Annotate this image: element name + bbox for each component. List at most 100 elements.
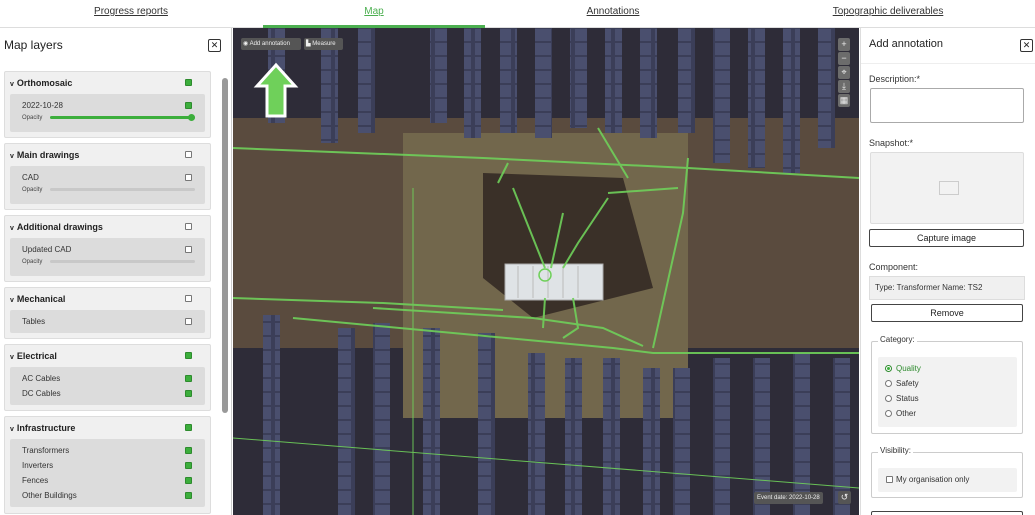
chevron-down-icon: v: [10, 426, 14, 433]
image-icon: [939, 181, 959, 195]
layer-items: Tables: [10, 310, 205, 333]
layer-group-title[interactable]: v Infrastructure: [5, 417, 210, 439]
layer-group-main-drawings: v Main drawings CAD Opacity: [4, 143, 211, 210]
layer-item-checkbox[interactable]: [185, 477, 192, 484]
layer-group-title[interactable]: v Orthomosaic: [5, 72, 210, 94]
layer-group-title[interactable]: v Mechanical: [5, 288, 210, 310]
layer-item-label: AC Cables: [22, 374, 61, 383]
chevron-down-icon: v: [10, 81, 14, 88]
opacity-label: Opacity: [22, 115, 43, 121]
opacity-slider[interactable]: [50, 114, 195, 121]
grid-icon[interactable]: ▦: [838, 94, 850, 107]
chevron-down-icon: v: [10, 354, 14, 361]
measure-button[interactable]: ▙ Measure: [304, 38, 343, 50]
layer-item-checkbox[interactable]: [185, 375, 192, 382]
opacity-row: Opacity: [10, 257, 205, 269]
zoom-out-icon[interactable]: −: [838, 52, 850, 65]
close-icon[interactable]: ✕: [208, 39, 221, 52]
layer-item-checkbox[interactable]: [185, 390, 192, 397]
layer-item-checkbox[interactable]: [185, 246, 192, 253]
add-annotation-panel: Add annotation ✕ Description:* Snapshot:…: [860, 28, 1035, 515]
layer-item-checkbox[interactable]: [185, 174, 192, 181]
layer-group-label: Infrastructure: [16, 423, 76, 433]
layer-item-label: Other Buildings: [22, 491, 77, 500]
layer-item: Inverters: [10, 458, 205, 473]
category-label: Category:: [878, 335, 917, 344]
opacity-slider[interactable]: [50, 260, 195, 263]
radio[interactable]: [885, 410, 892, 417]
close-icon[interactable]: ✕: [1020, 39, 1033, 52]
category-option-other[interactable]: Other: [878, 406, 1017, 421]
layer-group-checkbox[interactable]: [185, 79, 192, 86]
layer-item-checkbox[interactable]: [185, 318, 192, 325]
layer-items: AC Cables DC Cables: [10, 367, 205, 405]
description-label: Description:*: [869, 74, 921, 84]
layer-group-label: Electrical: [16, 351, 57, 361]
layer-group-title[interactable]: v Electrical: [5, 345, 210, 367]
snapshot-placeholder: [870, 152, 1024, 224]
layer-group-checkbox[interactable]: [185, 295, 192, 302]
tab-progress-reports[interactable]: Progress reports: [0, 0, 262, 28]
category-option-quality[interactable]: Quality: [878, 361, 1017, 376]
layer-item-checkbox[interactable]: [185, 102, 192, 109]
map-layers-heading: Map layers: [4, 38, 63, 52]
category-option-label: Status: [896, 394, 919, 403]
visibility-fieldset: Visibility: My organisation only: [871, 446, 1023, 498]
category-option-label: Quality: [896, 364, 921, 373]
visibility-option[interactable]: My organisation only: [878, 472, 1017, 487]
map-layers-title: Map layers ✕: [0, 28, 231, 64]
category-option-safety[interactable]: Safety: [878, 376, 1017, 391]
tab-topographic-deliverables[interactable]: Topographic deliverables: [741, 0, 1035, 28]
layer-group-checkbox[interactable]: [185, 151, 192, 158]
layer-item-label: CAD: [22, 173, 39, 182]
top-nav: Progress reports Map Annotations Topogra…: [0, 0, 1035, 28]
capture-image-button[interactable]: Capture image: [869, 229, 1024, 247]
layer-item-checkbox[interactable]: [185, 462, 192, 469]
layer-item: Updated CAD: [10, 242, 205, 257]
radio-selected[interactable]: [885, 365, 892, 372]
remove-button[interactable]: Remove: [871, 304, 1023, 322]
opacity-slider-handle[interactable]: [188, 114, 195, 121]
layers-scrollbar[interactable]: [222, 78, 228, 413]
visibility-label: Visibility:: [878, 446, 913, 455]
layer-item: Other Buildings: [10, 488, 205, 503]
visibility-checkbox[interactable]: [886, 476, 893, 483]
add-annotation-title: Add annotation ✕: [861, 28, 1035, 64]
fit-extent-icon[interactable]: ⌖: [838, 66, 850, 79]
zoom-in-icon[interactable]: +: [838, 38, 850, 51]
download-icon[interactable]: ⤓: [838, 80, 850, 93]
radio[interactable]: [885, 395, 892, 402]
layer-item-label: 2022-10-28: [22, 101, 63, 110]
add-annotation-button[interactable]: ◉ Add annotation: [241, 38, 301, 50]
category-option-label: Safety: [896, 379, 919, 388]
chevron-down-icon: v: [10, 153, 14, 160]
layer-item: AC Cables: [10, 371, 205, 386]
layer-item-checkbox[interactable]: [185, 492, 192, 499]
chevron-down-icon: v: [10, 225, 14, 232]
opacity-slider[interactable]: [50, 188, 195, 191]
map-canvas[interactable]: ◉ Add annotation ▙ Measure + − ⌖ ⤓ ▦ Eve…: [233, 28, 859, 515]
radio[interactable]: [885, 380, 892, 387]
description-input[interactable]: [870, 88, 1024, 123]
layer-group-title[interactable]: v Main drawings: [5, 144, 210, 166]
layer-group-label: Mechanical: [16, 294, 66, 304]
category-fieldset: Category: Quality Safety Status Other: [871, 335, 1023, 434]
history-icon[interactable]: ↺: [838, 491, 851, 504]
category-option-label: Other: [896, 409, 917, 418]
layer-group-title[interactable]: v Additional drawings: [5, 216, 210, 238]
layer-group-checkbox[interactable]: [185, 223, 192, 230]
category-option-status[interactable]: Status: [878, 391, 1017, 406]
layer-item: Fences: [10, 473, 205, 488]
submit-button-partial[interactable]: [871, 511, 1023, 515]
visibility-option-label: My organisation only: [896, 475, 970, 484]
component-label: Component:: [869, 262, 919, 272]
tab-annotations[interactable]: Annotations: [486, 0, 740, 28]
tab-map[interactable]: Map: [263, 0, 485, 28]
category-options: Quality Safety Status Other: [878, 357, 1017, 427]
layer-item-checkbox[interactable]: [185, 447, 192, 454]
layer-group-label: Additional drawings: [16, 222, 103, 232]
layer-group-checkbox[interactable]: [185, 424, 192, 431]
layer-group-orthomosaic: v Orthomosaic 2022-10-28 Opacity: [4, 71, 211, 138]
layer-group-checkbox[interactable]: [185, 352, 192, 359]
layer-item-label: Updated CAD: [22, 245, 72, 254]
